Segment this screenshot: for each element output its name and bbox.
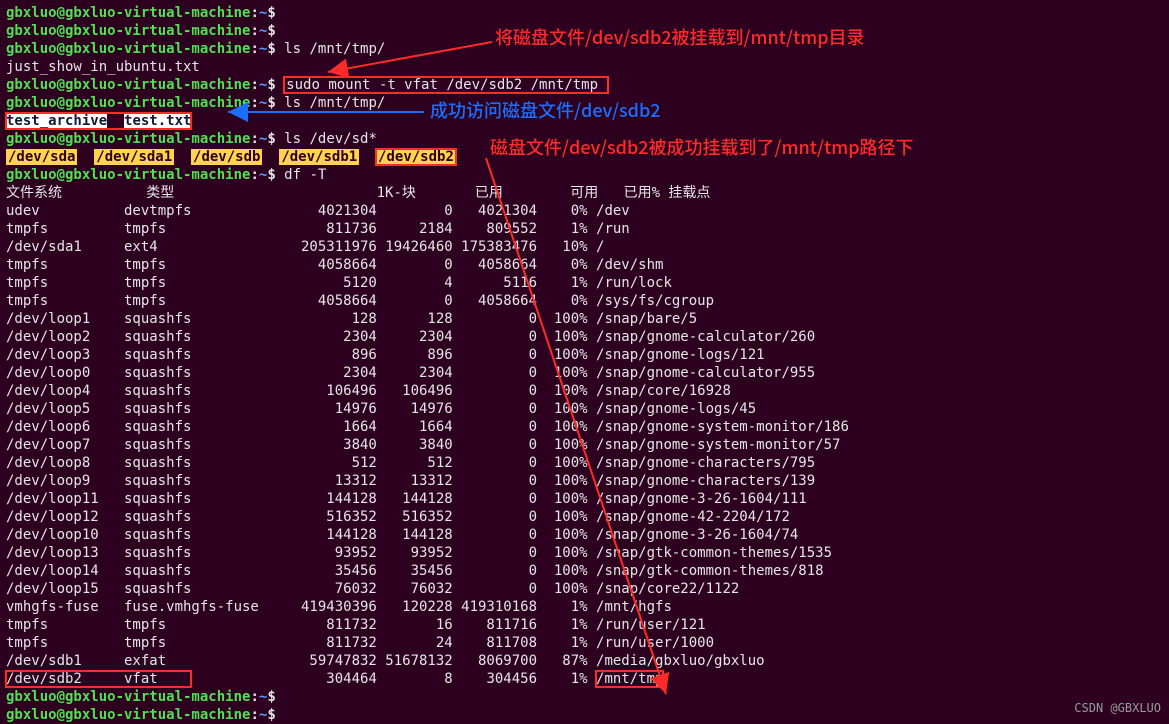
prompt-sep: : — [250, 95, 258, 111]
watermark: CSDN @GBXLUO — [1074, 699, 1161, 717]
cmd-mount: sudo mount -t vfat /dev/sdb2 /mnt/tmp — [284, 77, 608, 93]
df-row-7: /dev/loop2 squashfs 2304 2304 0 100% /sn… — [6, 328, 1163, 346]
df-fs-sdb2: /dev/sdb2 vfat — [6, 671, 191, 687]
df-row-5: tmpfs tmpfs 4058664 0 4058664 0% /sys/fs… — [6, 292, 1163, 310]
df-row-20: /dev/loop14 squashfs 35456 35456 0 100% … — [6, 562, 1163, 580]
df-row-0: udev devtmpfs 4021304 0 4021304 0% /dev — [6, 202, 1163, 220]
prompt-sep: : — [250, 167, 258, 183]
df-row-17: /dev/loop12 squashfs 516352 516352 0 100… — [6, 508, 1163, 526]
prompt-sep: : — [250, 41, 258, 57]
ls-archive: test_archive — [6, 113, 107, 129]
df-row-4: tmpfs tmpfs 5120 4 5116 1% /run/lock — [6, 274, 1163, 292]
prompt-end: $ — [267, 95, 284, 111]
df-row-3: tmpfs tmpfs 4058664 0 4058664 0% /dev/sh… — [6, 256, 1163, 274]
prompt-end: $ — [267, 77, 284, 93]
prompt-sep: : — [250, 77, 258, 93]
dev-sdb2: /dev/sdb2 — [376, 149, 456, 165]
df-row-25: /dev/sdb1 exfat 59747832 51678132 806970… — [6, 652, 1163, 670]
df-row-24: tmpfs tmpfs 811732 24 811708 1% /run/use… — [6, 634, 1163, 652]
dev-sda1: /dev/sda1 — [94, 149, 174, 165]
annotation-3: 磁盘文件/dev/sdb2被成功挂载到了/mnt/tmp路径下 — [490, 138, 914, 156]
df-row-8: /dev/loop3 squashfs 896 896 0 100% /snap… — [6, 346, 1163, 364]
df-row-10: /dev/loop4 squashfs 106496 106496 0 100%… — [6, 382, 1163, 400]
df-header: 文件系统 类型 1K-块 已用 可用 已用% 挂载点 — [6, 184, 1163, 202]
prompt-user: gbxluo@gbxluo-virtual-machine — [6, 5, 250, 21]
df-row-26: /dev/sdb2 vfat 304464 8 304456 1% /mnt/t… — [6, 670, 1163, 688]
prompt-sep: : — [250, 5, 258, 21]
df-row-18: /dev/loop10 squashfs 144128 144128 0 100… — [6, 526, 1163, 544]
prompt-end: $ — [267, 131, 284, 147]
annotation-1: 将磁盘文件/dev/sdb2被挂载到/mnt/tmp目录 — [495, 28, 865, 46]
cmd-line-empty-0: gbxluo@gbxluo-virtual-machine:~$ — [6, 4, 1163, 22]
df-row-13: /dev/loop7 squashfs 3840 3840 0 100% /sn… — [6, 436, 1163, 454]
df-row-14: /dev/loop8 squashfs 512 512 0 100% /snap… — [6, 454, 1163, 472]
prompt-end: $ — [267, 5, 284, 21]
prompt-end: $ — [267, 167, 284, 183]
df-mount-mnttmp: /mnt/tmp — [596, 671, 663, 687]
df-row-15: /dev/loop9 squashfs 13312 13312 0 100% /… — [6, 472, 1163, 490]
cmd-line-empty-3: gbxluo@gbxluo-virtual-machine:~$ — [6, 706, 1163, 724]
cmd-ls-1: ls /mnt/tmp/ — [284, 41, 385, 57]
prompt-end: $ — [267, 23, 284, 39]
prompt-sep: : — [250, 131, 258, 147]
prompt-user: gbxluo@gbxluo-virtual-machine — [6, 23, 250, 39]
cmd-line-mount: gbxluo@gbxluo-virtual-machine:~$ sudo mo… — [6, 76, 1163, 94]
dev-sdb1: /dev/sdb1 — [279, 149, 359, 165]
df-row-1: tmpfs tmpfs 811736 2184 809552 1% /run — [6, 220, 1163, 238]
output-just-show: just_show_in_ubuntu.txt — [6, 59, 200, 75]
out-line-1: just_show_in_ubuntu.txt — [6, 58, 1163, 76]
prompt-user: gbxluo@gbxluo-virtual-machine — [6, 131, 250, 147]
dev-sda: /dev/sda — [6, 149, 77, 165]
df-row-21: /dev/loop15 squashfs 76032 76032 0 100% … — [6, 580, 1163, 598]
prompt-end: $ — [267, 689, 284, 705]
dev-sdb: /dev/sdb — [191, 149, 262, 165]
prompt-user: gbxluo@gbxluo-virtual-machine — [6, 77, 250, 93]
df-row-2: /dev/sda1 ext4 205311976 19426460 175383… — [6, 238, 1163, 256]
prompt-user: gbxluo@gbxluo-virtual-machine — [6, 41, 250, 57]
prompt-user: gbxluo@gbxluo-virtual-machine — [6, 167, 250, 183]
ls-testtxt: test.txt — [124, 113, 191, 129]
df-row-12: /dev/loop6 squashfs 1664 1664 0 100% /sn… — [6, 418, 1163, 436]
prompt-end: $ — [267, 41, 284, 57]
df-row-16: /dev/loop11 squashfs 144128 144128 0 100… — [6, 490, 1163, 508]
cmd-line-df: gbxluo@gbxluo-virtual-machine:~$ df -T — [6, 166, 1163, 184]
prompt-user: gbxluo@gbxluo-virtual-machine — [6, 689, 250, 705]
cmd-ls-dev: ls /dev/sd* — [284, 131, 377, 147]
df-row-19: /dev/loop13 squashfs 93952 93952 0 100% … — [6, 544, 1163, 562]
df-row-11: /dev/loop5 squashfs 14976 14976 0 100% /… — [6, 400, 1163, 418]
df-row-23: tmpfs tmpfs 811732 16 811716 1% /run/use… — [6, 616, 1163, 634]
cmd-df: df -T — [284, 167, 326, 183]
cmd-ls-2: ls /mnt/tmp/ — [284, 95, 385, 111]
df-row-9: /dev/loop0 squashfs 2304 2304 0 100% /sn… — [6, 364, 1163, 382]
df-row-22: vmhgfs-fuse fuse.vmhgfs-fuse 419430396 1… — [6, 598, 1163, 616]
prompt-user: gbxluo@gbxluo-virtual-machine — [6, 95, 250, 111]
annotation-2: 成功访问磁盘文件/dev/sdb2 — [430, 101, 661, 119]
cmd-line-empty-2: gbxluo@gbxluo-virtual-machine:~$ — [6, 688, 1163, 706]
prompt-sep: : — [250, 23, 258, 39]
prompt-sep: : — [250, 689, 258, 705]
df-row-6: /dev/loop1 squashfs 128 128 0 100% /snap… — [6, 310, 1163, 328]
